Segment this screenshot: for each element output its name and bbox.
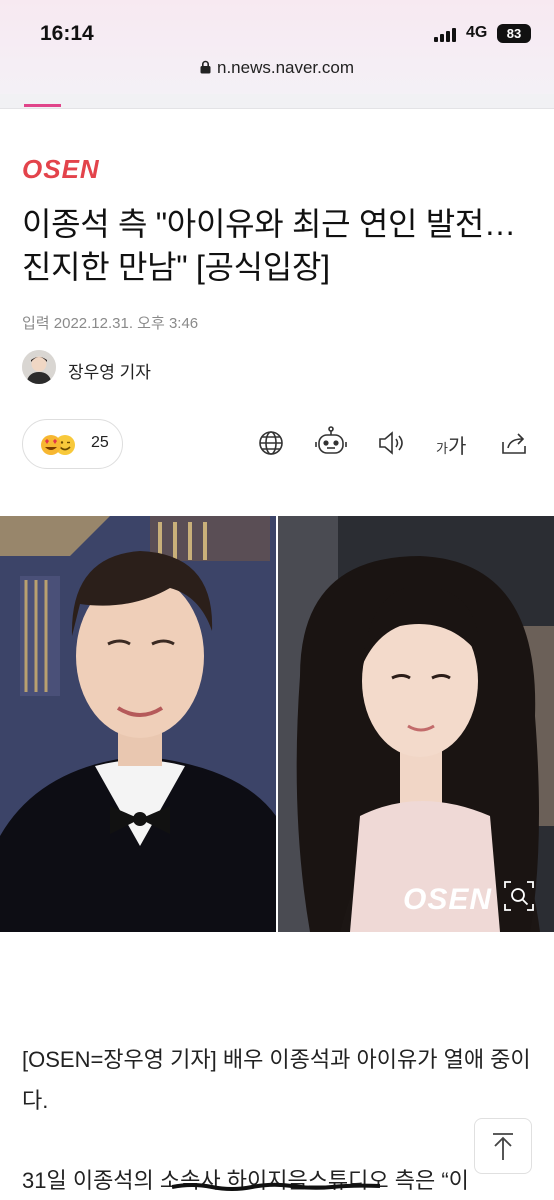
article-paragraph: [OSEN=장우영 기자] 배우 이종석과 아이유가 열애 중이다. xyxy=(22,1047,531,1113)
lock-icon xyxy=(200,59,211,79)
scroll-top-button[interactable] xyxy=(474,1118,532,1174)
globe-icon[interactable] xyxy=(256,428,286,458)
battery-icon: 83 xyxy=(497,24,531,43)
photo-watermark: OSEN xyxy=(403,883,493,916)
author-name[interactable]: 장우영 기자 xyxy=(68,358,151,383)
arrow-up-icon xyxy=(493,1133,513,1160)
url-text: n.news.naver.com xyxy=(216,58,354,77)
status-time: 16:14 xyxy=(40,22,94,45)
share-icon[interactable] xyxy=(499,428,529,458)
avatar[interactable] xyxy=(22,350,56,384)
redaction-scribble xyxy=(171,1178,381,1191)
article-photo[interactable] xyxy=(0,516,554,932)
signal-icon xyxy=(434,28,458,42)
article-title: 이종석 측 "아이유와 최근 연인 발전…진지한 만남" [공식입장] xyxy=(22,206,516,285)
zoom-icon[interactable] xyxy=(499,876,539,916)
article-dateline: 입력 2022.12.31. 오후 3:46 xyxy=(22,315,199,332)
speaker-icon[interactable] xyxy=(376,428,406,458)
emoji-reaction-icon xyxy=(39,434,81,456)
network-type: 4G xyxy=(466,24,488,41)
osen-logo[interactable]: OSEN xyxy=(22,154,100,185)
status-bar xyxy=(0,0,554,108)
tab-bar xyxy=(0,94,554,109)
robot-icon[interactable] xyxy=(314,425,348,459)
font-size-button[interactable]: 가가 xyxy=(436,430,466,459)
url-bar[interactable]: n.news.naver.com xyxy=(0,58,554,79)
reaction-button[interactable]: 25 xyxy=(22,419,123,469)
reaction-count: 25 xyxy=(91,434,109,451)
active-tab-indicator xyxy=(24,104,61,107)
